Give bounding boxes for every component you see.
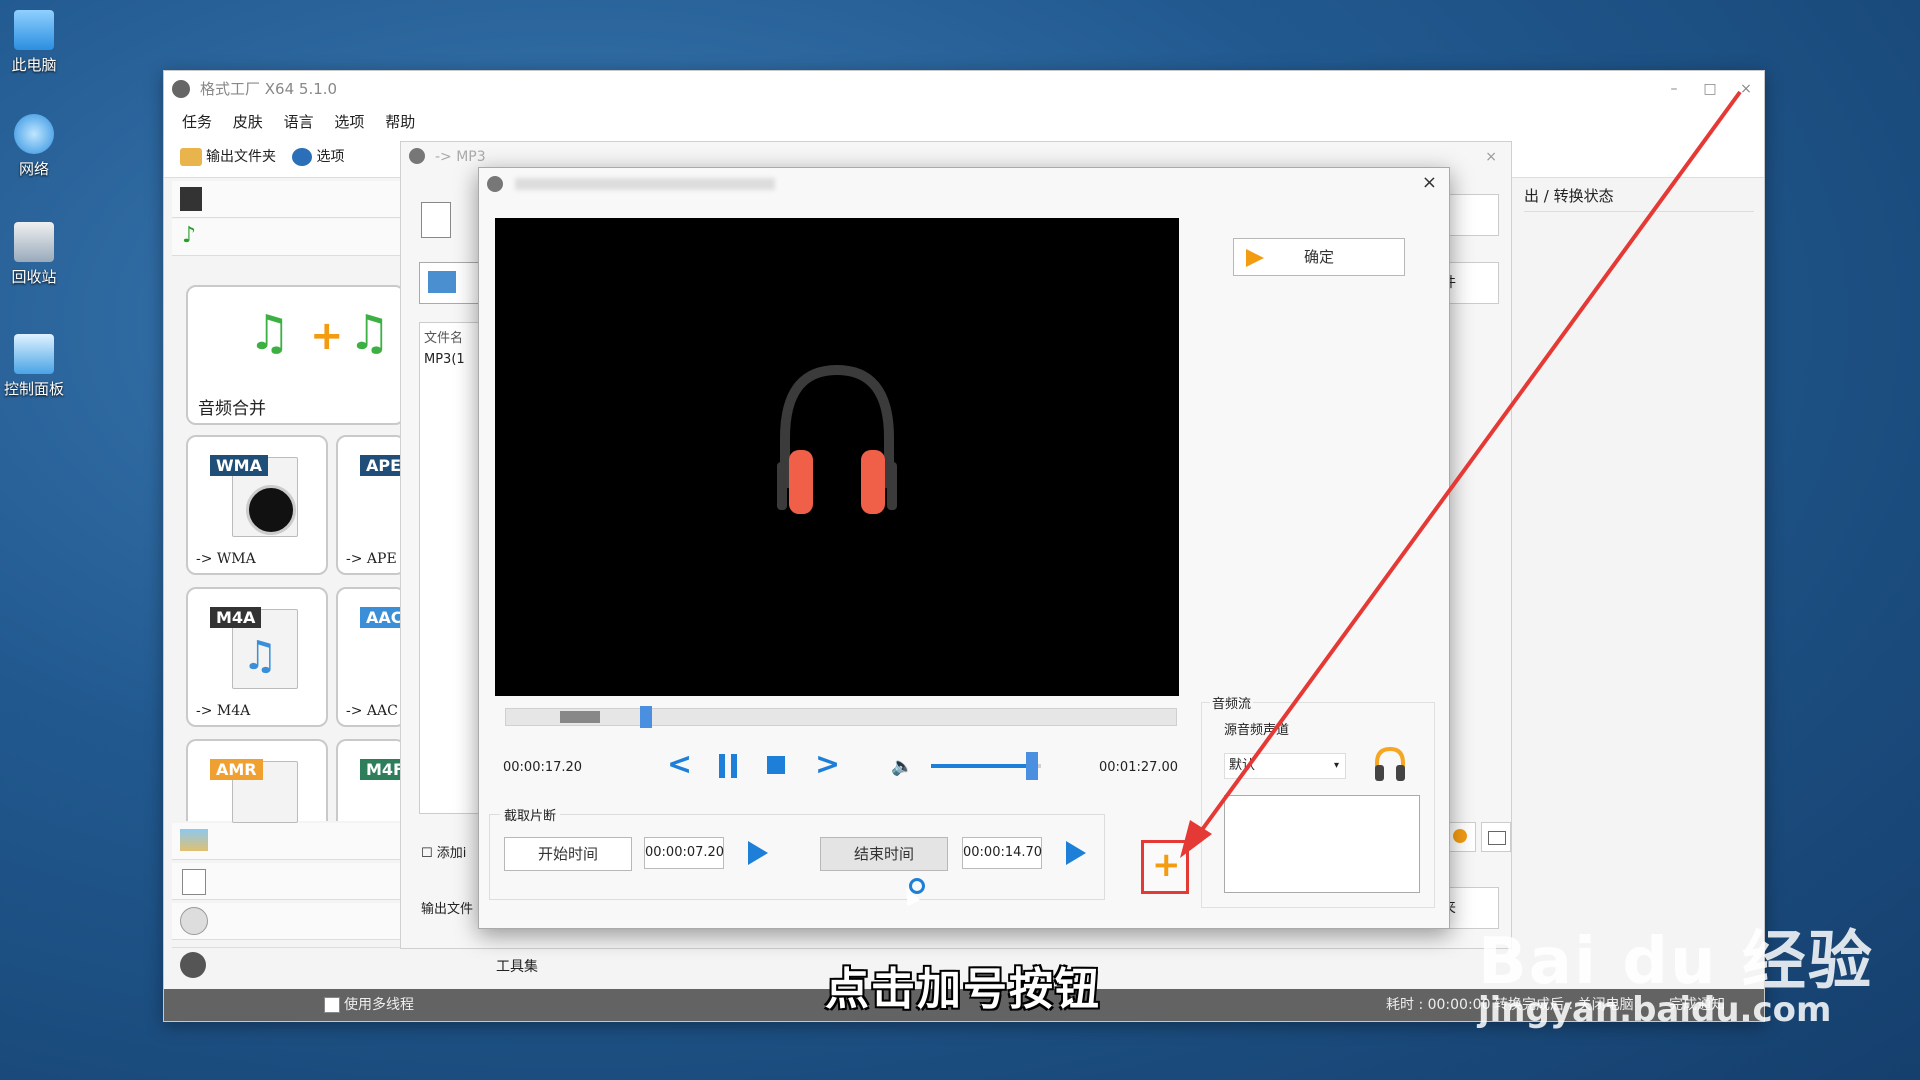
baidu-watermark-url: jingyan.baidu.com xyxy=(1478,990,1832,1030)
subtitle-caption: 点击加号按钮 xyxy=(825,964,1101,1015)
baidu-watermark-logo: Bai du 经验 xyxy=(1478,925,1874,999)
